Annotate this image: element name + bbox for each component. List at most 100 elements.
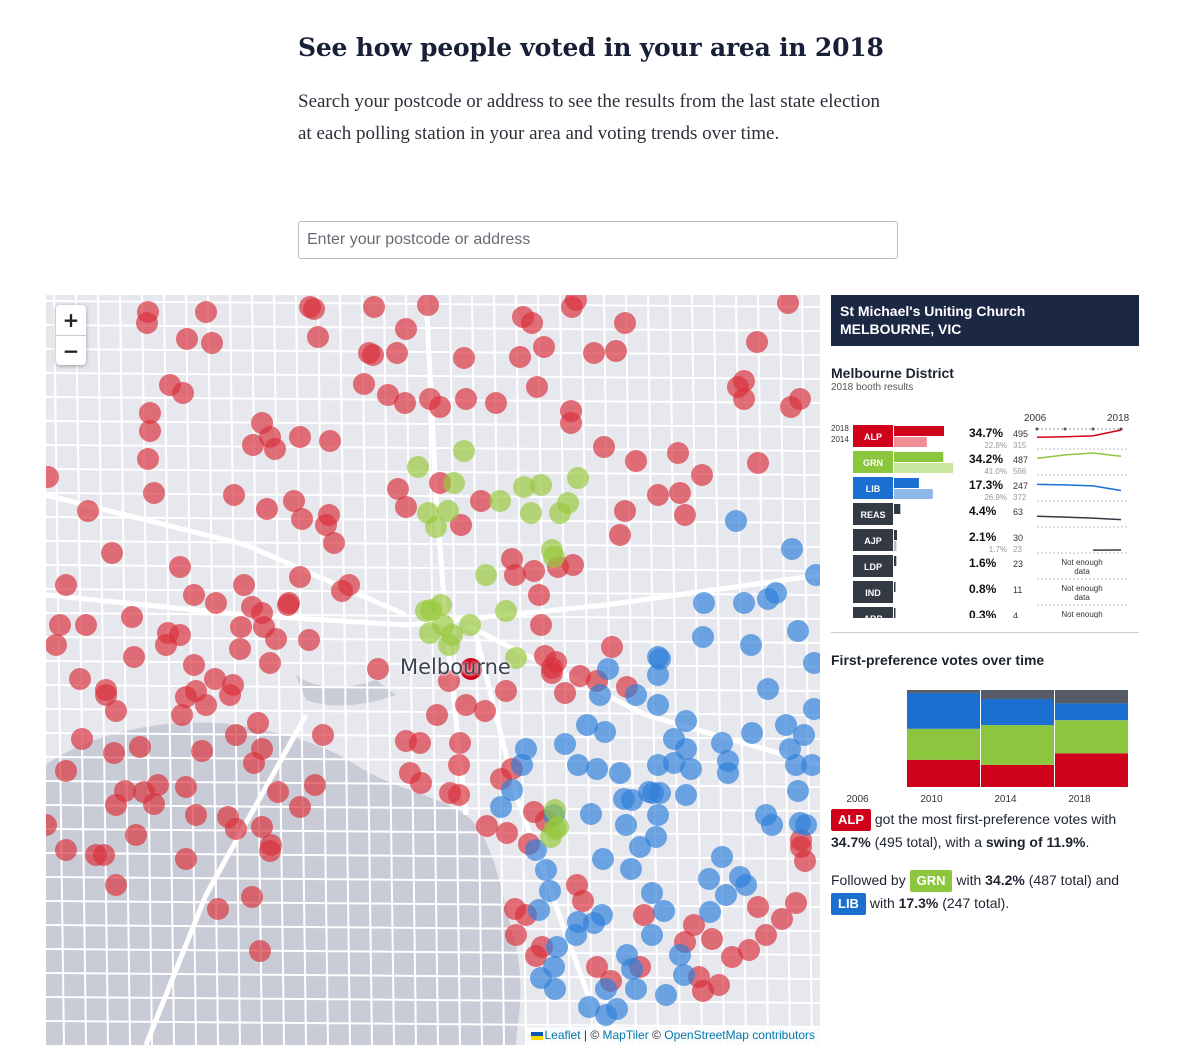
booth-dot-lib[interactable] bbox=[567, 754, 589, 776]
booth-dot-lib[interactable] bbox=[586, 758, 608, 780]
booth-dot-alp[interactable] bbox=[429, 396, 451, 418]
booth-dot-alp[interactable] bbox=[733, 370, 755, 392]
booth-dot-lib[interactable] bbox=[692, 626, 714, 648]
booth-dot-alp[interactable] bbox=[183, 654, 205, 676]
booth-dot-lib[interactable] bbox=[597, 658, 619, 680]
booth-dot-alp[interactable] bbox=[195, 301, 217, 323]
booth-dot-lib[interactable] bbox=[805, 564, 820, 586]
booth-dot-alp[interactable] bbox=[674, 504, 696, 526]
booth-dot-alp[interactable] bbox=[129, 736, 151, 758]
booth-dot-lib[interactable] bbox=[663, 728, 685, 750]
booth-dot-lib[interactable] bbox=[669, 944, 691, 966]
booth-dot-lib[interactable] bbox=[620, 858, 642, 880]
booth-dot-lib[interactable] bbox=[698, 868, 720, 890]
booth-dot-alp[interactable] bbox=[136, 312, 158, 334]
booth-dot-alp[interactable] bbox=[267, 781, 289, 803]
booth-dot-alp[interactable] bbox=[201, 332, 223, 354]
booth-dot-alp[interactable] bbox=[448, 754, 470, 776]
booth-dot-alp[interactable] bbox=[105, 794, 127, 816]
booth-dot-alp[interactable] bbox=[75, 614, 97, 636]
booth-dot-alp[interactable] bbox=[470, 490, 492, 512]
booth-dot-alp[interactable] bbox=[625, 450, 647, 472]
booth-dot-alp[interactable] bbox=[85, 844, 107, 866]
booth-dot-lib[interactable] bbox=[595, 1004, 617, 1026]
booth-dot-alp[interactable] bbox=[417, 295, 439, 316]
booth-dot-alp[interactable] bbox=[495, 680, 517, 702]
booth-dot-alp[interactable] bbox=[554, 682, 576, 704]
booth-dot-grn[interactable] bbox=[407, 456, 429, 478]
booth-dot-lib[interactable] bbox=[765, 582, 787, 604]
booth-dot-alp[interactable] bbox=[395, 496, 417, 518]
booth-dot-alp[interactable] bbox=[667, 442, 689, 464]
booth-dot-alp[interactable] bbox=[49, 614, 71, 636]
booth-dot-lib[interactable] bbox=[647, 754, 669, 776]
booth-dot-lib[interactable] bbox=[733, 592, 755, 614]
booth-dot-lib[interactable] bbox=[616, 944, 638, 966]
booth-dot-alp[interactable] bbox=[304, 774, 326, 796]
booth-dot-alp[interactable] bbox=[289, 566, 311, 588]
booth-dot-alp[interactable] bbox=[172, 382, 194, 404]
booth-dot-grn[interactable] bbox=[453, 440, 475, 462]
booth-dot-alp[interactable] bbox=[395, 730, 417, 752]
booth-dot-alp[interactable] bbox=[353, 373, 375, 395]
booth-dot-lib[interactable] bbox=[675, 710, 697, 732]
booth-dot-alp[interactable] bbox=[669, 482, 691, 504]
booth-dot-alp[interactable] bbox=[691, 464, 713, 486]
booth-dot-alp[interactable] bbox=[137, 448, 159, 470]
booth-dot-alp[interactable] bbox=[256, 498, 278, 520]
booth-dot-alp[interactable] bbox=[71, 728, 93, 750]
booth-dot-grn[interactable] bbox=[540, 826, 562, 848]
booth-dot-alp[interactable] bbox=[504, 898, 526, 920]
booth-dot-alp[interactable] bbox=[230, 616, 252, 638]
booth-dot-lib[interactable] bbox=[741, 722, 763, 744]
booth-dot-alp[interactable] bbox=[614, 312, 636, 334]
booth-dot-alp[interactable] bbox=[395, 318, 417, 340]
booth-dot-lib[interactable] bbox=[535, 859, 557, 881]
booth-dot-alp[interactable] bbox=[207, 898, 229, 920]
booth-dot-alp[interactable] bbox=[701, 928, 723, 950]
booth-dot-lib[interactable] bbox=[787, 780, 809, 802]
booth-dot-alp[interactable] bbox=[298, 629, 320, 651]
booth-dot-alp[interactable] bbox=[143, 793, 165, 815]
booth-dot-alp[interactable] bbox=[363, 296, 385, 318]
booth-dot-alp[interactable] bbox=[545, 651, 567, 673]
booth-dot-alp[interactable] bbox=[185, 804, 207, 826]
booth-dot-alp[interactable] bbox=[747, 896, 769, 918]
booth-dot-lib[interactable] bbox=[647, 804, 669, 826]
booth-dot-lib[interactable] bbox=[539, 880, 561, 902]
booth-dot-grn[interactable] bbox=[541, 539, 563, 561]
booth-dot-alp[interactable] bbox=[204, 668, 226, 690]
booth-dot-grn[interactable] bbox=[530, 474, 552, 496]
booth-dot-lib[interactable] bbox=[595, 978, 617, 1000]
booth-dot-alp[interactable] bbox=[243, 752, 265, 774]
maptiler-link[interactable]: MapTiler bbox=[603, 1028, 649, 1042]
booth-dot-lib[interactable] bbox=[693, 592, 715, 614]
booth-dot-grn[interactable] bbox=[443, 472, 465, 494]
booth-dot-lib[interactable] bbox=[490, 796, 512, 818]
booth-dot-alp[interactable] bbox=[746, 331, 768, 353]
booth-dot-alp[interactable] bbox=[633, 904, 655, 926]
booth-dot-alp[interactable] bbox=[572, 890, 594, 912]
zoom-out-button[interactable]: − bbox=[56, 335, 86, 365]
booth-dot-lib[interactable] bbox=[711, 846, 733, 868]
booth-dot-lib[interactable] bbox=[613, 788, 635, 810]
booth-dot-alp[interactable] bbox=[526, 376, 548, 398]
booth-dot-alp[interactable] bbox=[105, 874, 127, 896]
booth-dot-lib[interactable] bbox=[589, 684, 611, 706]
booth-dot-alp[interactable] bbox=[191, 740, 213, 762]
booth-dot-lib[interactable] bbox=[645, 826, 667, 848]
booth-dot-alp[interactable] bbox=[533, 336, 555, 358]
booth-dot-lib[interactable] bbox=[641, 882, 663, 904]
booth-dot-alp[interactable] bbox=[448, 784, 470, 806]
booth-dot-alp[interactable] bbox=[755, 924, 777, 946]
booth-dot-alp[interactable] bbox=[183, 584, 205, 606]
booth-dot-alp[interactable] bbox=[289, 426, 311, 448]
booth-dot-lib[interactable] bbox=[725, 510, 747, 532]
booth-dot-alp[interactable] bbox=[583, 342, 605, 364]
leaflet-link[interactable]: Leaflet bbox=[545, 1028, 581, 1042]
booth-dot-alp[interactable] bbox=[219, 684, 241, 706]
booth-dot-lib[interactable] bbox=[580, 803, 602, 825]
booth-dot-lib[interactable] bbox=[565, 924, 587, 946]
booth-dot-alp[interactable] bbox=[367, 658, 389, 680]
booth-dot-alp[interactable] bbox=[291, 508, 313, 530]
